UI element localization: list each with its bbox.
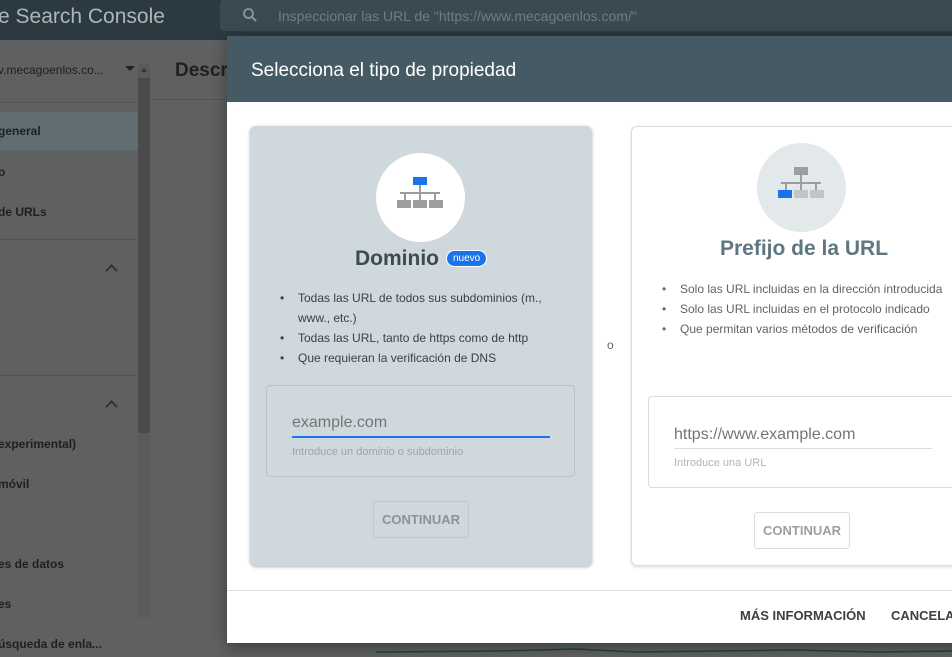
dialog-footer: MÁS INFORMACIÓN CANCELA — [227, 590, 952, 643]
domain-input[interactable] — [292, 410, 550, 438]
dialog-header: Selecciona el tipo de propiedad — [227, 36, 952, 102]
sidebar-scroll-thumb[interactable] — [138, 78, 150, 433]
scroll-up-icon[interactable] — [141, 68, 147, 72]
page-title: Descr — [175, 60, 228, 81]
url-prefix-input[interactable] — [674, 421, 932, 449]
url-prefix-heading: Prefijo de la URL — [720, 237, 889, 260]
caret-down-icon — [125, 66, 135, 71]
sidebar-item-url-inspection[interactable]: de URLs — [0, 205, 47, 219]
domain-input-box: Introduce un dominio o subdominio — [266, 385, 575, 477]
url-prefix-continue-button[interactable]: CONTINUAR — [754, 512, 850, 549]
property-selector[interactable]: v.mecagoenlos.co... — [0, 40, 152, 103]
cancel-button[interactable]: CANCELA — [891, 608, 952, 623]
sidebar-divider — [0, 375, 138, 376]
search-placeholder: Inspeccionar las URL de "https://www.mec… — [278, 8, 637, 24]
url-prefix-input-box: Introduce una URL — [648, 396, 952, 488]
property-type-dialog: Selecciona el tipo de propiedad Dominio … — [227, 36, 952, 643]
list-item: Todas las URL, tanto de https como de ht… — [280, 328, 570, 348]
list-item: Solo las URL incluidas en la dirección i… — [662, 279, 952, 299]
sidebar-item-experimental[interactable]: experimental) — [0, 437, 76, 451]
sidebar-item-sitelinks-search[interactable]: úsqueda de enla... — [0, 637, 102, 651]
sidebar-item-mobile[interactable]: móvil — [0, 477, 29, 491]
url-inspection-search[interactable]: Inspeccionar las URL de "https://www.mec… — [220, 0, 952, 31]
top-bar: e Search Console Inspeccionar las URL de… — [0, 0, 952, 40]
domain-input-hint: Introduce un dominio o subdominio — [292, 446, 464, 458]
more-info-button[interactable]: MÁS INFORMACIÓN — [740, 608, 866, 623]
sidebar-item-performance[interactable]: o — [0, 165, 5, 179]
domain-heading: Dominio — [355, 247, 439, 270]
sitemap-domain-icon — [397, 177, 443, 208]
chevron-up-icon[interactable] — [105, 264, 118, 277]
list-item: Que permitan varios métodos de verificac… — [662, 319, 952, 339]
url-prefix-card[interactable]: Prefijo de la URL Solo las URL incluidas… — [631, 126, 952, 566]
app-title: e Search Console — [0, 5, 165, 28]
new-badge: nuevo — [446, 250, 488, 267]
sitemap-prefix-icon — [778, 167, 824, 198]
prefix-icon-circle — [757, 143, 846, 232]
sidebar-item-label: general — [0, 124, 41, 138]
list-item: Que requieran la verificación de DNS — [280, 348, 570, 368]
chevron-up-icon[interactable] — [105, 400, 118, 413]
url-prefix-bullets: Solo las URL incluidas en la dirección i… — [662, 279, 952, 339]
domain-bullets: Todas las URL de todos sus subdominios (… — [280, 288, 570, 368]
sidebar-item-structured-data[interactable]: es de datos — [0, 557, 64, 571]
background-chart-line — [376, 648, 952, 653]
search-icon — [243, 8, 257, 22]
dialog-title: Selecciona el tipo de propiedad — [251, 60, 517, 81]
list-item: Todas las URL de todos sus subdominios (… — [280, 288, 570, 328]
domain-continue-button[interactable]: CONTINUAR — [373, 501, 469, 538]
sidebar-divider — [0, 239, 138, 240]
domain-icon-circle — [376, 153, 465, 242]
list-item: Solo las URL incluidas en el protocolo i… — [662, 299, 952, 319]
domain-card[interactable]: Dominio nuevo Todas las URL de todos sus… — [250, 126, 592, 566]
sidebar: v.mecagoenlos.co... general o de URLs ex… — [0, 40, 152, 657]
url-prefix-input-hint: Introduce una URL — [674, 457, 767, 469]
sidebar-item-overview[interactable]: general — [0, 112, 138, 150]
property-name: v.mecagoenlos.co... — [0, 63, 104, 77]
or-separator: o — [607, 338, 614, 352]
sidebar-item-links[interactable]: es — [0, 597, 11, 611]
